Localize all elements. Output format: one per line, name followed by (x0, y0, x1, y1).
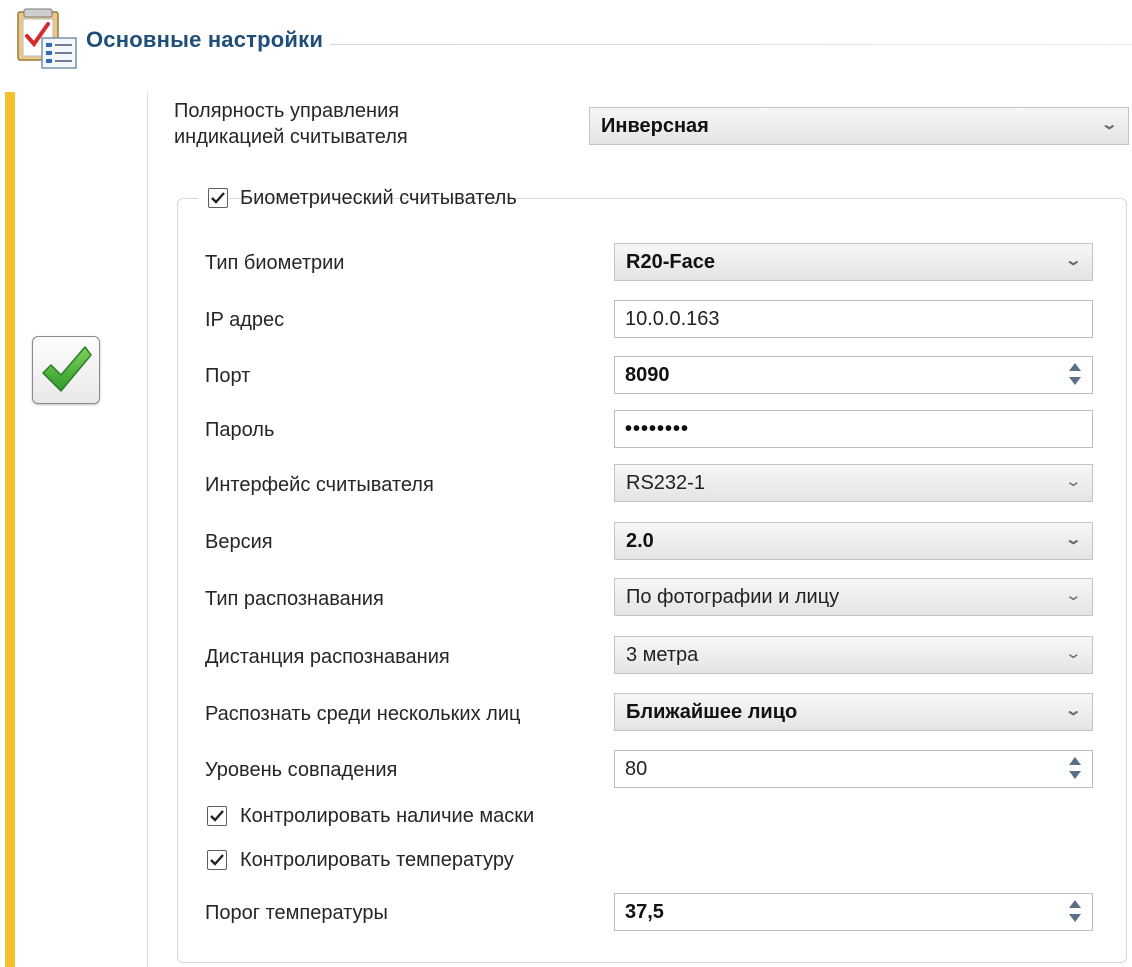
checkmark-icon (210, 854, 224, 866)
match-level-label: Уровень совпадения (205, 759, 398, 781)
check-mask-checkbox[interactable] (207, 806, 227, 826)
green-checkmark-icon (42, 346, 92, 392)
polarity-label: Полярность управления индикацией считыва… (174, 100, 408, 148)
accent-bar (5, 92, 15, 967)
multi-face-value: Ближайшее лицо (626, 701, 798, 723)
temperature-threshold-label: Порог температуры (205, 902, 388, 924)
port-stepper[interactable]: 8090 (614, 356, 1093, 394)
port-label: Порт (205, 365, 251, 387)
section-title: Основные настройки (86, 27, 324, 52)
temperature-threshold-value: 37,5 (625, 901, 664, 923)
version-value: 2.0 (626, 530, 654, 552)
password-value: •••••••• (625, 418, 690, 440)
ip-address-field[interactable]: 10.0.0.163 (614, 300, 1093, 338)
recognition-type-label: Тип распознавания (205, 588, 384, 610)
version-select[interactable]: 2.0 ⌄ (614, 522, 1093, 560)
chevron-down-icon: ⌄ (1064, 252, 1083, 269)
recognition-distance-value: 3 метра (626, 644, 699, 666)
status-check-button[interactable] (32, 336, 100, 404)
chevron-down-icon: ⌄ (1100, 116, 1119, 133)
reader-interface-label: Интерфейс считывателя (205, 474, 434, 496)
reader-interface-value: RS232-1 (626, 472, 705, 494)
chevron-down-icon: ⌄ (1064, 645, 1083, 662)
checkmark-icon (210, 810, 224, 822)
ip-address-label: IP адрес (205, 309, 285, 331)
chevron-down-icon: ⌄ (1064, 702, 1083, 719)
recognition-distance-select[interactable]: 3 метра ⌄ (614, 636, 1093, 674)
panel-divider (147, 92, 148, 967)
version-label: Версия (205, 531, 273, 553)
polarity-select[interactable]: Инверсная ⌄ (589, 107, 1129, 145)
port-value: 8090 (625, 364, 670, 386)
temperature-threshold-stepper[interactable]: 37,5 (614, 893, 1093, 931)
biometric-reader-checkbox[interactable] (208, 188, 228, 208)
spin-arrows-icon[interactable] (1068, 898, 1082, 926)
multi-face-select[interactable]: Ближайшее лицо ⌄ (614, 693, 1093, 731)
check-temperature-checkbox[interactable] (207, 850, 227, 870)
match-level-stepper[interactable]: 80 (614, 750, 1093, 788)
spin-arrows-icon[interactable] (1068, 361, 1082, 389)
biometry-type-select[interactable]: R20-Face ⌄ (614, 243, 1093, 281)
biometric-reader-label: Биометрический считыватель (240, 187, 517, 209)
biometry-type-label: Тип биометрии (205, 252, 345, 274)
section-header: Основные настройки (0, 0, 1132, 90)
password-label: Пароль (205, 419, 275, 441)
recognition-type-value: По фотографии и лицу (626, 586, 840, 608)
settings-checklist-icon (12, 6, 80, 72)
ip-address-value: 10.0.0.163 (625, 308, 720, 330)
match-level-value: 80 (625, 758, 648, 780)
reader-interface-select[interactable]: RS232-1 ⌄ (614, 464, 1093, 502)
spin-arrows-icon[interactable] (1068, 755, 1082, 783)
check-temperature-label: Контролировать температуру (240, 849, 514, 871)
biometry-type-value: R20-Face (626, 251, 715, 273)
password-field[interactable]: •••••••• (614, 410, 1093, 448)
multi-face-label: Распознать среди нескольких лиц (205, 703, 521, 725)
chevron-down-icon: ⌄ (1064, 473, 1083, 490)
polarity-value: Инверсная (601, 115, 709, 137)
recognition-distance-label: Дистанция распознавания (205, 646, 450, 668)
recognition-type-select[interactable]: По фотографии и лицу ⌄ (614, 578, 1093, 616)
chevron-down-icon: ⌄ (1064, 587, 1083, 604)
chevron-down-icon: ⌄ (1064, 531, 1083, 548)
header-divider (330, 44, 1132, 45)
check-mask-label: Контролировать наличие маски (240, 805, 535, 827)
checkmark-icon (211, 192, 225, 204)
